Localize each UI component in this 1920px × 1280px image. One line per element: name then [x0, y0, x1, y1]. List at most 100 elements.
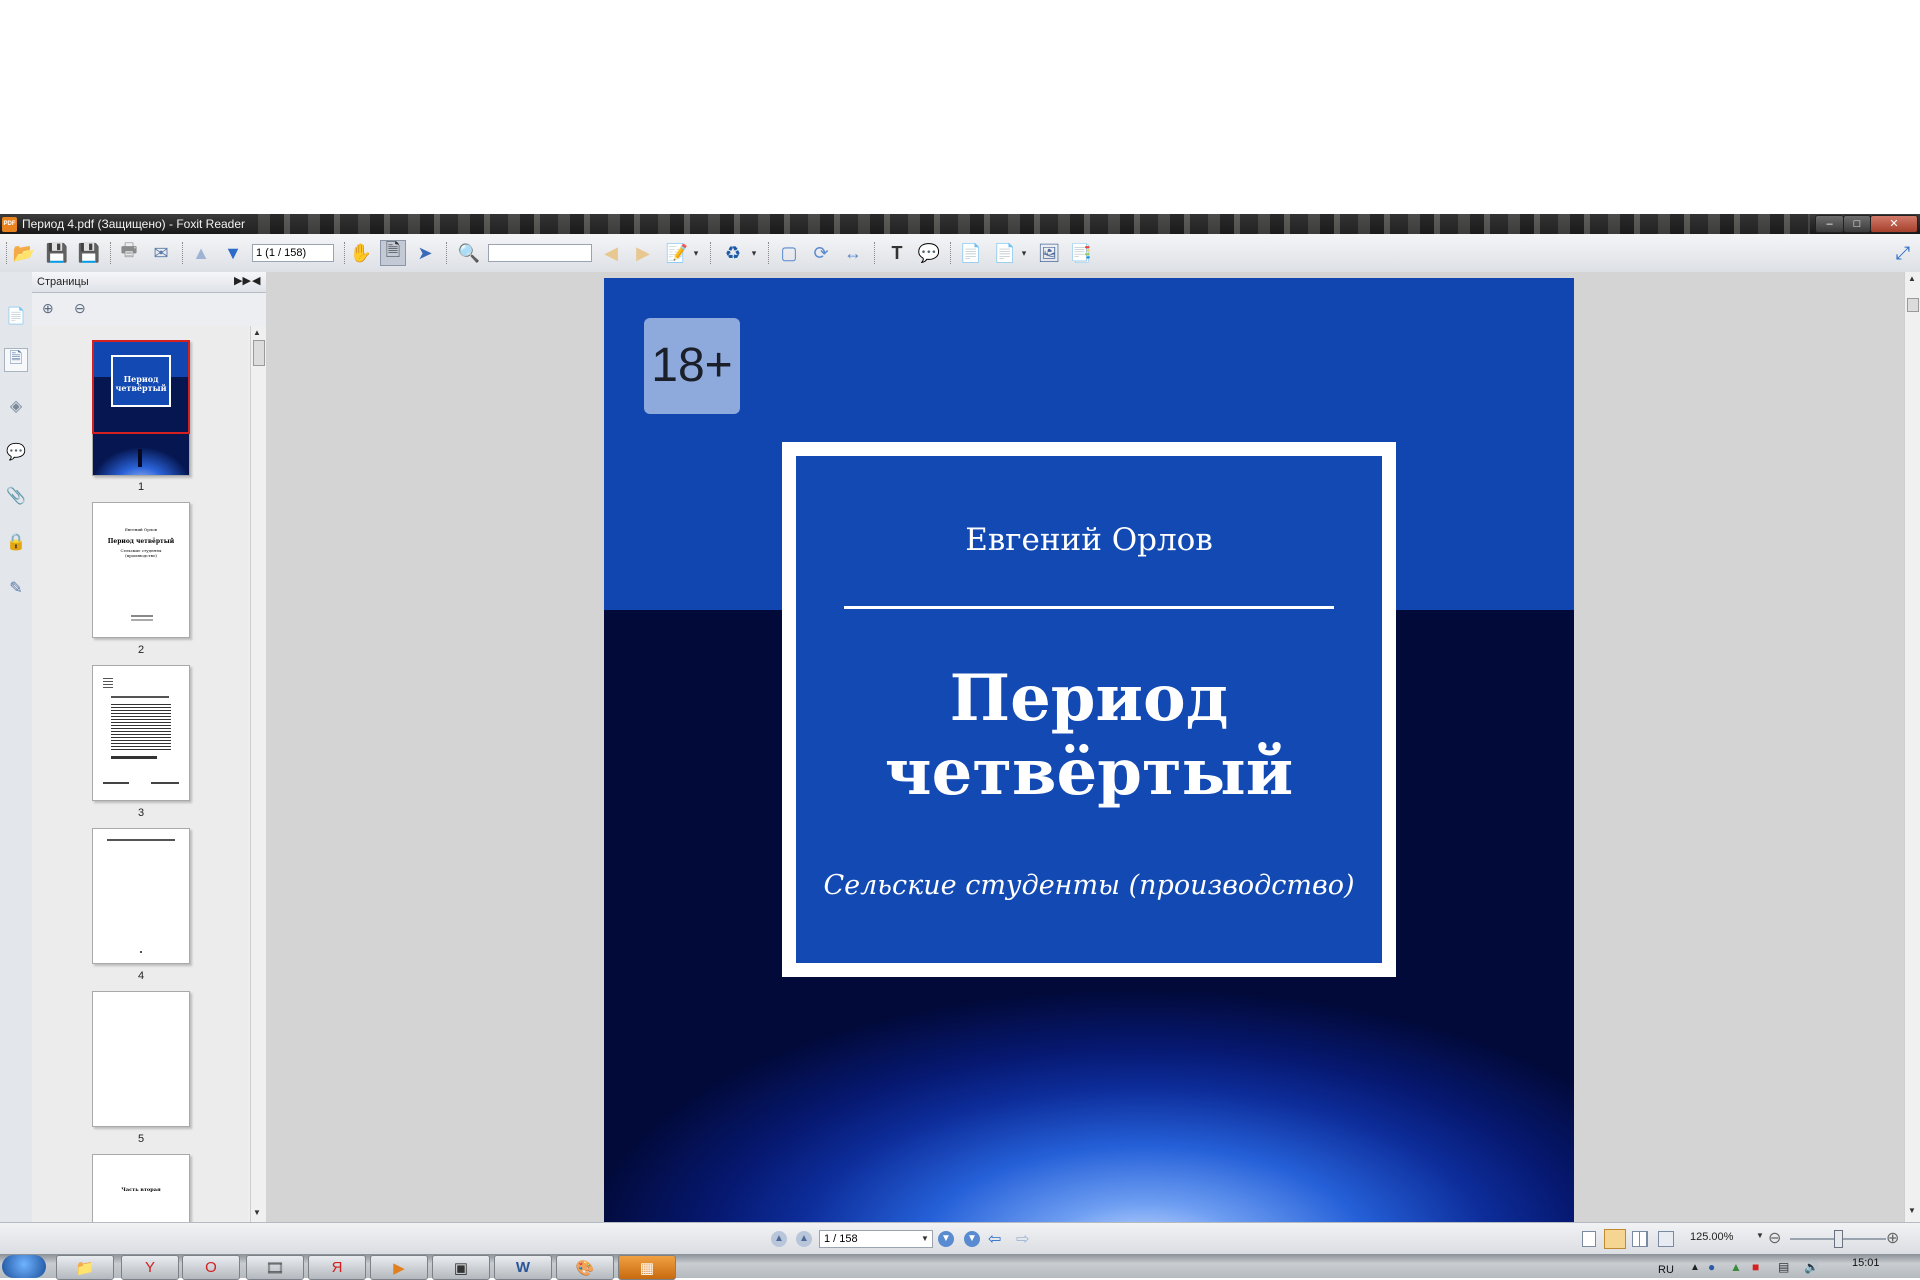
tray-icon[interactable]: ▲: [1730, 1260, 1742, 1274]
explorer-task[interactable]: 📁: [56, 1255, 114, 1280]
email-icon[interactable]: ✉: [148, 240, 174, 266]
find-input[interactable]: [488, 244, 592, 262]
page-tool-icon[interactable]: 📄: [958, 240, 984, 266]
pages-panel-icon[interactable]: 📄: [4, 304, 28, 328]
title-bar: PDF Период 4.pdf (Защищено) - Foxit Read…: [0, 214, 1920, 234]
facing-pages-icon[interactable]: [1632, 1231, 1648, 1247]
document-scrollbar[interactable]: ▲ ▼: [1904, 272, 1920, 1222]
status-page-input[interactable]: 1 / 158: [819, 1230, 933, 1248]
foxit-update-icon[interactable]: ♻: [720, 240, 746, 266]
typewriter-icon[interactable]: T: [884, 240, 910, 266]
find-previous-icon[interactable]: ◀: [598, 240, 624, 266]
select-text-icon[interactable]: 🗎: [380, 240, 406, 266]
print-icon[interactable]: 🖶: [116, 240, 142, 266]
page-thumbnail-4[interactable]: [92, 828, 190, 964]
opera-task[interactable]: O: [182, 1255, 240, 1280]
scroll-down-arrow-icon[interactable]: ▼: [253, 1208, 261, 1217]
last-page-icon[interactable]: ▼: [964, 1231, 980, 1247]
language-indicator[interactable]: RU: [1658, 1264, 1674, 1276]
current-page-view-box[interactable]: [92, 340, 190, 434]
find-next-icon[interactable]: ▶: [630, 240, 656, 266]
thumbnail-footer-line: [131, 615, 153, 617]
start-button[interactable]: [2, 1255, 46, 1278]
go-forward-arrow-icon[interactable]: ⇨: [1016, 1229, 1029, 1249]
page-number-input[interactable]: 1 (1 / 158): [252, 244, 334, 262]
compare-pages-icon[interactable]: 📑: [1068, 240, 1094, 266]
thumbnails-list: Период четвёртый 1 Евгений Орлов Период …: [32, 326, 248, 1222]
next-page-icon[interactable]: ▼: [938, 1231, 954, 1247]
find-binoculars-icon[interactable]: 🔍: [456, 240, 482, 266]
continuous-facing-icon[interactable]: [1658, 1231, 1674, 1247]
scroll-up-arrow-icon[interactable]: ▲: [1908, 274, 1916, 283]
first-page-icon[interactable]: ▲: [771, 1231, 787, 1247]
next-page-icon[interactable]: ▼: [220, 240, 246, 266]
hand-tool-icon[interactable]: ✋: [348, 240, 374, 266]
yandex-browser-task[interactable]: Y: [121, 1255, 179, 1280]
pointer-icon[interactable]: ➤: [412, 240, 438, 266]
foxit-app-icon[interactable]: PDF: [2, 217, 17, 232]
open-file-icon[interactable]: 📂: [11, 240, 37, 266]
security-lock-icon[interactable]: 🔒: [4, 530, 28, 554]
expand-panel-icon[interactable]: ▶▶: [234, 274, 251, 287]
scroll-up-arrow-icon[interactable]: ▲: [253, 328, 261, 337]
export-page-icon[interactable]: 📄: [992, 240, 1018, 266]
actual-size-icon[interactable]: ▢: [776, 240, 802, 266]
chevron-down-icon[interactable]: ▾: [690, 240, 702, 266]
previous-page-icon[interactable]: ▲: [796, 1231, 812, 1247]
bookmarks-icon[interactable]: 🗎: [4, 348, 28, 372]
network-icon[interactable]: ▤: [1778, 1260, 1789, 1274]
save-icon[interactable]: 💾: [44, 240, 70, 266]
go-back-arrow-icon[interactable]: ⇦: [988, 1229, 1001, 1249]
note-comment-icon[interactable]: 💬: [916, 240, 942, 266]
fit-page-icon[interactable]: ⟳: [808, 240, 834, 266]
single-page-icon[interactable]: [1582, 1231, 1596, 1247]
search-options-icon[interactable]: 📝: [664, 240, 690, 266]
attachments-icon[interactable]: 📎: [4, 484, 28, 508]
maximize-button[interactable]: □: [1843, 215, 1871, 233]
chevron-down-icon[interactable]: ▾: [748, 240, 760, 266]
fit-width-icon[interactable]: ↔: [840, 240, 866, 266]
app-task[interactable]: ▣: [432, 1255, 490, 1280]
scrollbar-thumb[interactable]: [253, 340, 265, 366]
age-rating-badge: 18+: [644, 318, 740, 414]
page-thumbnail-6[interactable]: Часть вторая: [92, 1154, 190, 1222]
pdf-image-icon[interactable]: 🖼: [1036, 240, 1062, 266]
zoom-out-thumbnails-icon[interactable]: ⊖: [74, 300, 86, 317]
zoom-out-icon[interactable]: ⊖: [1768, 1228, 1781, 1248]
save-as-icon[interactable]: 💾: [76, 240, 102, 266]
show-hidden-icons-icon[interactable]: ▲: [1690, 1262, 1700, 1273]
chevron-down-icon[interactable]: ▼: [1756, 1231, 1764, 1240]
chevron-down-icon[interactable]: ▾: [1018, 240, 1030, 266]
comments-icon[interactable]: 💬: [4, 440, 28, 464]
page-thumbnail-2[interactable]: Евгений Орлов Период четвёртый Сельские …: [92, 502, 190, 638]
tray-icon[interactable]: ■: [1752, 1260, 1759, 1274]
zoom-in-thumbnails-icon[interactable]: ⊕: [42, 300, 54, 317]
paint-task[interactable]: 🎨: [556, 1255, 614, 1280]
signatures-icon[interactable]: ✎: [4, 576, 28, 600]
clock[interactable]: 15:01: [1852, 1257, 1880, 1269]
tray-icon[interactable]: ●: [1708, 1260, 1715, 1274]
scroll-down-arrow-icon[interactable]: ▼: [1908, 1206, 1916, 1215]
zoom-in-icon[interactable]: ⊕: [1886, 1228, 1899, 1248]
chevron-down-icon[interactable]: ▼: [921, 1231, 931, 1247]
yandex-task[interactable]: Я: [308, 1255, 366, 1280]
zoom-level[interactable]: 125.00%: [1690, 1231, 1733, 1243]
player-task[interactable]: ▶: [370, 1255, 428, 1280]
media-player-task[interactable]: 🎞: [246, 1255, 304, 1280]
scrollbar-thumb[interactable]: [1907, 298, 1919, 312]
layers-icon[interactable]: ◈: [4, 394, 28, 418]
zoom-slider-handle[interactable]: [1834, 1230, 1843, 1248]
document-view[interactable]: 18+ Евгений Орлов Период четвёртый Сельс…: [266, 272, 1904, 1222]
foxit-reader-task[interactable]: ▦: [618, 1255, 676, 1280]
page-thumbnail-3[interactable]: [92, 665, 190, 801]
close-button[interactable]: ✕: [1870, 215, 1918, 233]
previous-page-icon[interactable]: ▲: [188, 240, 214, 266]
thumbnails-scrollbar[interactable]: ▲ ▼: [250, 326, 266, 1222]
collapse-panel-icon[interactable]: ◀: [252, 274, 260, 287]
volume-icon[interactable]: 🔊: [1804, 1260, 1819, 1274]
page-thumbnail-5[interactable]: [92, 991, 190, 1127]
fullscreen-icon[interactable]: ⤢: [1890, 240, 1916, 266]
continuous-page-icon[interactable]: [1604, 1229, 1626, 1249]
word-task[interactable]: W: [494, 1255, 552, 1280]
minimize-button[interactable]: –: [1815, 215, 1844, 233]
